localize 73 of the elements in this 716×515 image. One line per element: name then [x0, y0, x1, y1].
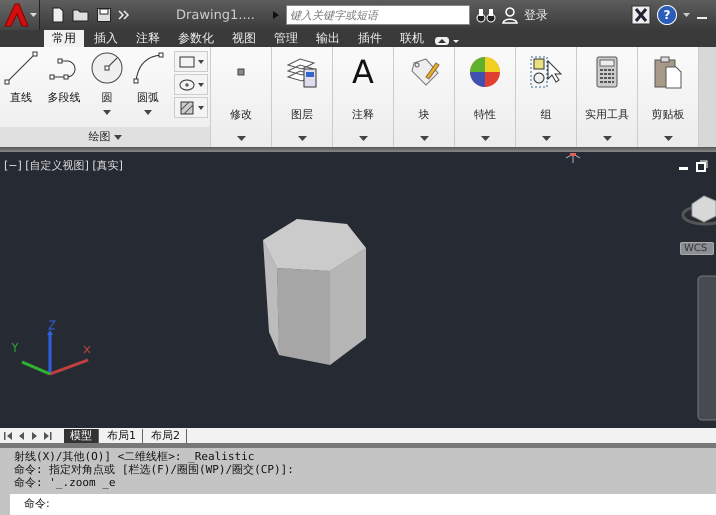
properties-icon: [467, 55, 503, 89]
layout-tab[interactable]: 模型: [64, 428, 99, 442]
circle-icon: [90, 51, 124, 85]
save-icon[interactable]: [96, 7, 112, 23]
ucs-axes-icon: [12, 320, 90, 376]
model-viewport[interactable]: [−] [自定义视图] [真实] WCS: [0, 152, 716, 428]
split-button[interactable]: [174, 51, 208, 72]
exchange-icon[interactable]: [631, 5, 651, 25]
panel-title-bar[interactable]: 绘图: [0, 127, 210, 147]
new-file-icon[interactable]: [50, 7, 66, 23]
hatch-icon: [178, 100, 196, 116]
line-icon: [4, 51, 38, 85]
caret-icon: [198, 82, 204, 86]
ribbon-tab[interactable]: 注释: [128, 30, 168, 47]
command-history-line: 命令: 指定对角点或 [栏选(F)/圈围(WP)/圈交(CP)]:: [14, 463, 295, 476]
caret-icon: [358, 136, 368, 141]
login-link[interactable]: 登录: [524, 6, 548, 24]
caret-icon: [30, 13, 37, 17]
ribbon-panel-button[interactable]: 组: [516, 47, 577, 147]
draw-tool-button[interactable]: 圆: [88, 51, 126, 123]
search-field[interactable]: 键入关键字或短语: [286, 5, 470, 25]
folder-icon[interactable]: [72, 7, 90, 23]
panel-toggle-icon[interactable]: [434, 35, 460, 47]
annotate-icon: A: [352, 55, 374, 89]
more-icon[interactable]: [118, 10, 130, 20]
command-input-field[interactable]: 命令:: [10, 494, 716, 515]
caret-icon: [198, 60, 204, 64]
draw-tool-button[interactable]: 多段线: [43, 51, 85, 123]
ellipse-icon: [178, 76, 196, 92]
ribbon-panel-button[interactable]: 特性: [455, 47, 516, 147]
ribbon-panel-button[interactable]: 图层: [272, 47, 333, 147]
application-menu-button[interactable]: [0, 0, 40, 30]
help-button[interactable]: ?: [657, 5, 677, 25]
ribbon-tab[interactable]: 联机: [392, 30, 432, 47]
ribbon-tab[interactable]: 常用: [44, 30, 84, 47]
ribbon-tab[interactable]: 插入: [86, 30, 126, 47]
ribbon-panel-button[interactable]: 实用工具: [577, 47, 638, 147]
caret-icon: [298, 136, 306, 141]
rectangle-icon: [178, 54, 196, 70]
split-button[interactable]: [174, 97, 208, 118]
command-history-line: 命令: '_.zoom _e: [14, 476, 116, 489]
ribbon-tab[interactable]: 输出: [308, 30, 348, 47]
split-button[interactable]: [174, 74, 208, 95]
ribbon-panel-button[interactable]: 块: [394, 47, 455, 147]
caret-icon[interactable]: [683, 13, 690, 17]
arc-icon: [131, 51, 165, 85]
caret-icon: [420, 136, 428, 141]
caret-icon: [114, 135, 122, 140]
ribbon-tab[interactable]: 视图: [224, 30, 264, 47]
caret-icon: [480, 136, 490, 141]
ribbon-tab[interactable]: 插件: [350, 30, 390, 47]
wcs-label[interactable]: WCS: [680, 242, 714, 255]
binoculars-icon[interactable]: [476, 6, 496, 24]
viewcube-drawing: [682, 195, 716, 226]
caret-icon: [198, 106, 204, 110]
draw-tool-button[interactable]: 圆弧: [129, 51, 167, 123]
compass-icon: [566, 152, 580, 164]
restore-icon[interactable]: [696, 160, 708, 172]
caret-icon: [542, 136, 550, 141]
group-icon: [528, 55, 564, 89]
user-icon[interactable]: [502, 6, 518, 24]
panel-title: 绘图: [88, 130, 110, 143]
ribbon-tab[interactable]: 管理: [266, 30, 306, 47]
caret-icon: [236, 136, 246, 141]
viewport-controls[interactable]: [−] [自定义视图] [真实]: [4, 158, 123, 173]
caret-icon: [664, 136, 672, 141]
ribbon-tab[interactable]: 参数化: [170, 30, 222, 47]
document-title: Drawing1....: [176, 8, 256, 22]
draw-tool-button[interactable]: 直线: [2, 51, 40, 123]
caret-icon: [602, 136, 612, 141]
command-history-line: 射线(X)/其他(O)] <二维线框>: _Realistic: [14, 450, 256, 463]
modify-icon: [237, 68, 245, 76]
logo-icon: [2, 2, 30, 28]
